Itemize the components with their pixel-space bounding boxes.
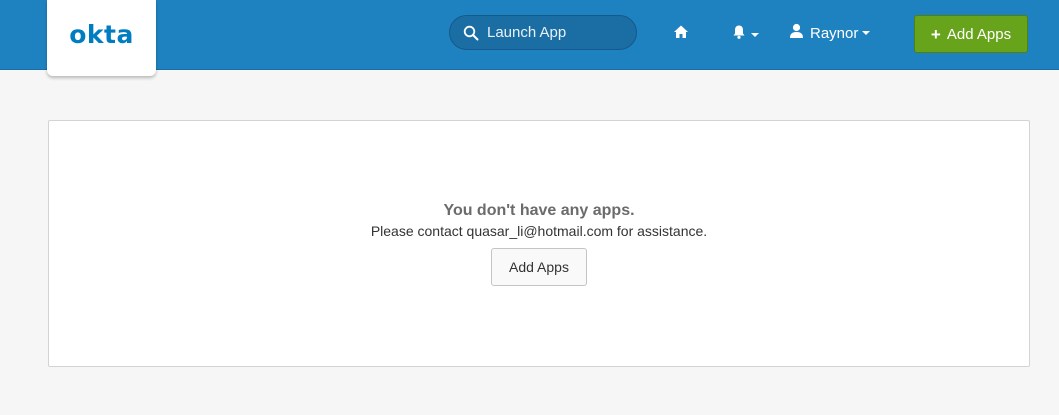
home-icon [673,24,689,45]
apps-card: You don't have any apps. Please contact … [48,120,1030,367]
add-apps-label: Add Apps [509,259,569,275]
add-apps-header-label: Add Apps [946,25,1012,43]
top-nav-bar: okta Launch App Raynor + Add Apps [0,0,1059,76]
user-name: Raynor [810,24,859,42]
add-apps-button[interactable]: Add Apps [491,248,587,286]
home-button[interactable] [673,24,689,45]
empty-state-message: Please contact quasar_li@hotmail.com for… [370,223,708,239]
okta-logo[interactable]: okta [47,0,156,76]
launch-app-search[interactable] [449,15,637,50]
logo-text: okta [69,19,134,49]
plus-icon: + [930,24,941,44]
bell-icon [731,24,747,45]
add-apps-header-button[interactable]: + Add Apps [914,15,1028,53]
user-icon [789,23,804,43]
chevron-down-icon [751,32,759,37]
search-input[interactable] [487,24,627,41]
user-menu[interactable]: Raynor [789,23,871,43]
empty-state-title: You don't have any apps. [443,202,635,219]
notifications-menu[interactable] [731,24,759,45]
chevron-down-icon [862,31,871,35]
search-icon [463,25,479,41]
